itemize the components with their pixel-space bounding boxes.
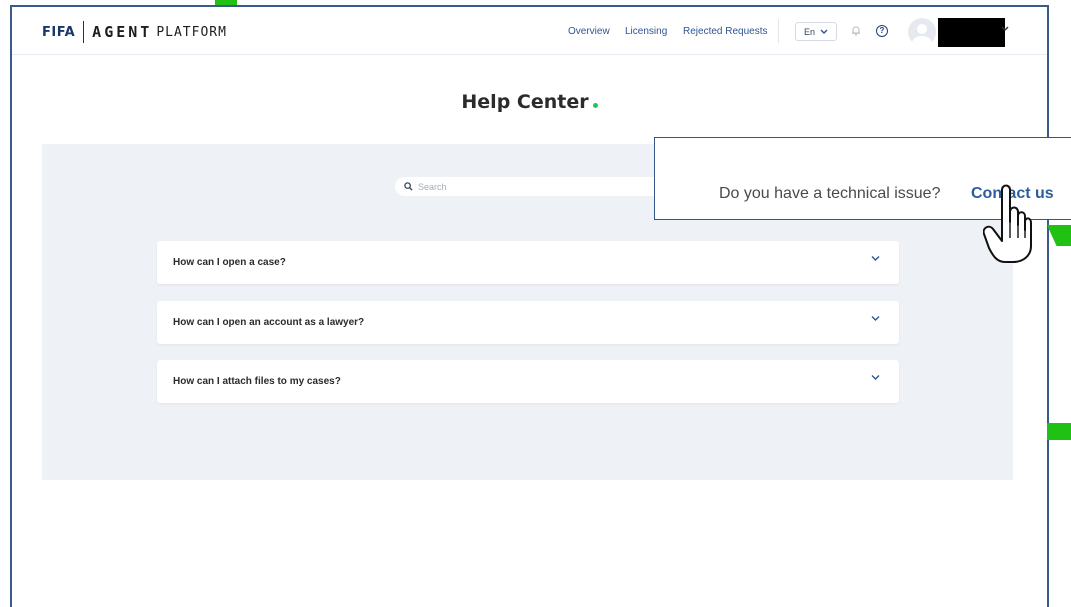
- faq-item[interactable]: How can I attach files to my cases?: [157, 360, 899, 403]
- chevron-down-icon[interactable]: [871, 255, 880, 262]
- technical-issue-text: Do you have a technical issue?: [719, 185, 941, 202]
- language-select-value: En: [803, 26, 815, 37]
- nav-overview-link[interactable]: Overview: [568, 26, 610, 37]
- annotation-marker-right-top: [1047, 225, 1071, 246]
- nav-licensing-link[interactable]: Licensing: [625, 26, 667, 37]
- avatar-head: [917, 24, 927, 34]
- logo-agent-text: AGENT: [92, 23, 153, 41]
- nav-rejected-requests-link[interactable]: Rejected Requests: [683, 26, 768, 37]
- bell-icon[interactable]: [850, 25, 862, 37]
- search-icon: [404, 182, 413, 191]
- logo-fifa-text: FIFA: [42, 24, 76, 40]
- chevron-down-icon: [820, 29, 828, 34]
- faq-item[interactable]: How can I open a case?: [157, 241, 899, 284]
- help-icon[interactable]: ?: [876, 25, 888, 37]
- chevron-down-icon[interactable]: [871, 315, 880, 322]
- user-menu-chevron-icon[interactable]: [1001, 24, 1009, 35]
- redacted-user-name[interactable]: [938, 18, 1005, 47]
- title-accent-dot: [592, 103, 598, 108]
- logo-divider: [83, 21, 85, 43]
- faq-question: How can I open an account as a lawyer?: [173, 317, 365, 328]
- page-title-text: Help Center: [461, 91, 589, 113]
- page-title: Help Center: [12, 91, 1047, 113]
- chevron-down-icon[interactable]: [871, 374, 880, 381]
- top-navigation-bar: FIFA AGENT PLATFORM Overview Licensing R…: [12, 7, 1047, 55]
- faq-question: How can I open a case?: [173, 257, 286, 268]
- fifa-agent-platform-logo[interactable]: FIFA AGENT PLATFORM: [42, 21, 227, 43]
- hand-pointer-icon: [983, 184, 1032, 263]
- nav-divider: [778, 19, 779, 43]
- faq-item[interactable]: How can I open an account as a lawyer?: [157, 301, 899, 344]
- language-select[interactable]: En: [795, 22, 837, 41]
- faq-question: How can I attach files to my cases?: [173, 376, 341, 387]
- avatar-body: [912, 36, 932, 46]
- annotation-marker-right-bottom: [1047, 423, 1071, 440]
- avatar-icon[interactable]: [908, 18, 936, 46]
- app-window: FIFA AGENT PLATFORM Overview Licensing R…: [10, 5, 1049, 607]
- logo-platform-text: PLATFORM: [156, 24, 227, 40]
